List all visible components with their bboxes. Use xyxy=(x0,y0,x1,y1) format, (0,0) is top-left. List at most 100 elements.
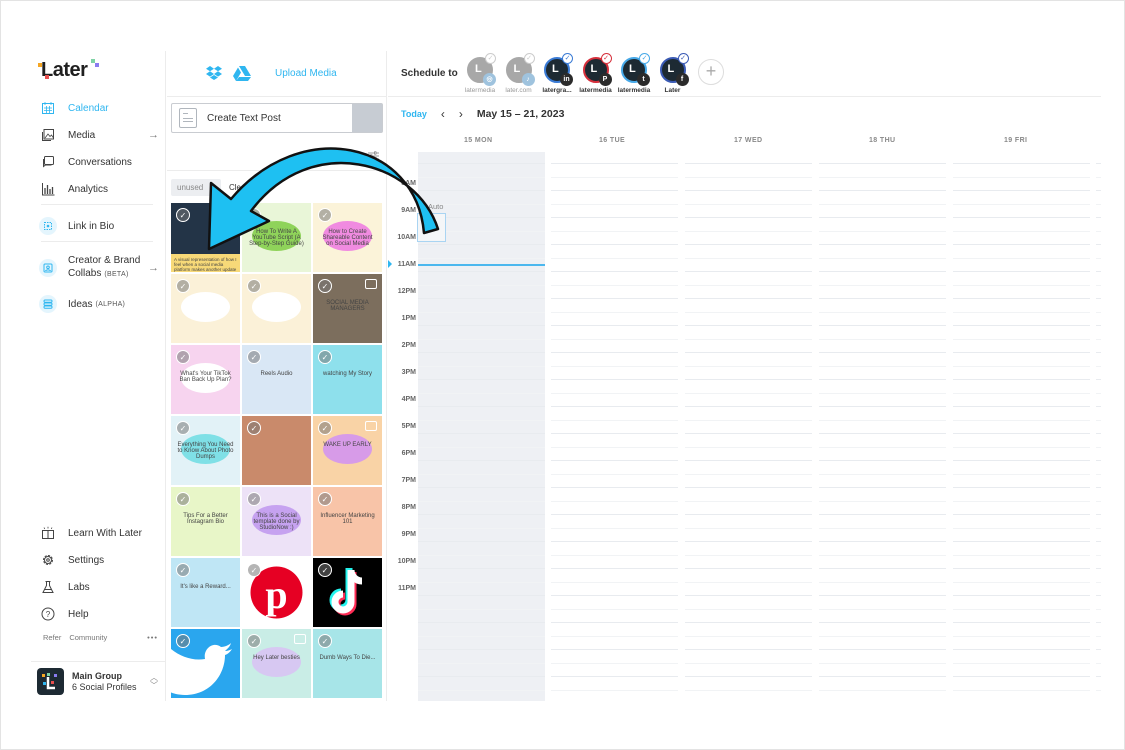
media-tile[interactable]: ✓ xyxy=(313,558,382,627)
upload-media-button[interactable]: Upload Media xyxy=(275,68,337,79)
refer-link[interactable]: Refer xyxy=(43,633,61,642)
hour-gridline xyxy=(953,338,1090,340)
later-logo[interactable]: Later xyxy=(38,59,99,82)
select-checkbox[interactable]: ✓ xyxy=(176,350,190,364)
select-checkbox[interactable]: ✓ xyxy=(318,208,332,222)
date-range: May 15 – 21, 2023 xyxy=(476,108,565,120)
create-post-dropdown[interactable] xyxy=(352,104,382,132)
tile-text: Dumb Ways To Die... xyxy=(319,655,376,661)
filter-chip-unused[interactable]: unused xyxy=(171,179,221,196)
scheduled-post[interactable] xyxy=(417,213,446,242)
group-switcher[interactable]: Main Group 6 Social Profiles ︿ ﹀ xyxy=(31,661,166,701)
sidebar-item-link-in-bio[interactable]: Link in Bio xyxy=(39,217,159,235)
sidebar-item-collabs[interactable]: Creator & Brand Collabs (BETA) → xyxy=(39,254,159,281)
hour-gridline xyxy=(953,433,1090,434)
media-tile[interactable]: How To Write A YouTube Script (A Step-by… xyxy=(242,203,311,272)
sidebar-item-settings[interactable]: Settings xyxy=(41,553,159,567)
arrow-right-icon[interactable]: → xyxy=(148,262,159,274)
calendar-grid[interactable] xyxy=(418,152,1101,701)
media-tile[interactable]: p ✓ xyxy=(242,558,311,627)
media-tile[interactable]: Dumb Ways To Die... ✓ xyxy=(313,629,382,698)
svg-text:p: p xyxy=(265,572,287,617)
sidebar-item-label: Creator & Brand Collabs (BETA) xyxy=(68,254,140,281)
chevron-right-icon[interactable]: › xyxy=(459,107,463,121)
sidebar-item-conversations[interactable]: Conversations xyxy=(41,155,159,169)
sidebar-item-labs[interactable]: Labs xyxy=(41,580,159,594)
hour-label: 5PM xyxy=(401,423,416,430)
profile-instagram[interactable]: L ✓ ◎ latermedia xyxy=(463,53,497,94)
select-checkbox[interactable]: ✓ xyxy=(176,492,190,506)
select-checkbox[interactable]: ✓ xyxy=(247,350,261,364)
hour-gridline xyxy=(551,595,678,596)
media-tile[interactable]: ✓ xyxy=(171,274,240,343)
video-icon xyxy=(365,279,377,289)
add-profile-button[interactable]: + xyxy=(698,59,724,85)
profile-tiktok[interactable]: L ✓ ♪ later.com xyxy=(502,53,536,94)
select-checkbox[interactable]: ✓ xyxy=(318,279,332,293)
hour-gridline xyxy=(953,527,1090,529)
sidebar-item-analytics[interactable]: Analytics xyxy=(41,182,159,196)
select-checkbox[interactable]: ✓ xyxy=(247,563,261,577)
select-checkbox[interactable]: ✓ xyxy=(247,421,261,435)
select-checkbox[interactable]: ✓ xyxy=(176,563,190,577)
hour-gridline xyxy=(819,419,946,421)
hour-gridline xyxy=(819,392,946,394)
arrow-right-icon[interactable]: → xyxy=(148,129,159,141)
media-tile[interactable]: ✓ xyxy=(242,274,311,343)
media-tile[interactable]: SOCIAL MEDIA MANAGERS ✓ xyxy=(313,274,382,343)
select-checkbox[interactable]: ✓ xyxy=(247,279,261,293)
media-tile[interactable]: WAKE UP EARLY ✓ xyxy=(313,416,382,485)
media-tile[interactable]: This is a Social template done by Studio… xyxy=(242,487,311,556)
media-tile[interactable]: Everything You Need to Know About Photo … xyxy=(171,416,240,485)
today-button[interactable]: Today xyxy=(401,109,427,119)
select-checkbox[interactable]: ✓ xyxy=(176,279,190,293)
profile-linkedin[interactable]: L ✓ in latergra... xyxy=(540,53,574,94)
media-grid: A visual representation of how I feel wh… xyxy=(171,203,383,698)
sidebar-item-learn[interactable]: Learn With Later xyxy=(41,526,159,540)
select-checkbox[interactable]: ✓ xyxy=(318,634,332,648)
select-checkbox[interactable]: ✓ xyxy=(318,563,332,577)
media-tile[interactable]: A visual representation of how I feel wh… xyxy=(171,203,240,272)
profile-pinterest[interactable]: L ✓ Platermedia xyxy=(579,53,613,94)
google-drive-icon[interactable] xyxy=(233,65,251,81)
media-tile[interactable]: Tips For a Better Instagram Bio ✓ xyxy=(171,487,240,556)
media-tile[interactable]: watching My Story ✓ xyxy=(313,345,382,414)
media-tile[interactable]: ✓ xyxy=(242,416,311,485)
clear-all-button[interactable]: Clear All xyxy=(229,183,259,192)
profile-facebook[interactable]: L ✓ f Later xyxy=(656,53,690,94)
create-text-post-button[interactable]: Create Text Post xyxy=(171,103,383,133)
select-checkbox[interactable]: ✓ xyxy=(318,421,332,435)
media-tile[interactable]: Influencer Marketing 101 ✓ xyxy=(313,487,382,556)
media-tile[interactable]: It's like a Reward... ✓ xyxy=(171,558,240,627)
chevron-left-icon[interactable]: ‹ xyxy=(441,107,445,121)
profile-twitter[interactable]: L ✓ t latermedia xyxy=(617,53,651,94)
select-checkbox[interactable]: ✓ xyxy=(318,350,332,364)
media-tile[interactable]: Hey Later besties ✓ xyxy=(242,629,311,698)
sidebar-item-ideas[interactable]: Ideas (ALPHA) xyxy=(39,295,159,313)
sidebar-item-calendar[interactable]: Calendar xyxy=(41,101,159,115)
media-tile[interactable]: What's Your TikTok Ban Back Up Plan? ✓ xyxy=(171,345,240,414)
chevron-up-down-icon[interactable]: ︿ ﹀ xyxy=(150,673,158,690)
hour-gridline xyxy=(551,406,678,407)
group-profiles-count: 6 Social Profiles xyxy=(72,681,137,692)
media-tile[interactable]: Reels Audio ✓ xyxy=(242,345,311,414)
sidebar-item-help[interactable]: ? Help xyxy=(41,607,159,621)
community-link[interactable]: Community xyxy=(69,633,107,642)
hour-gridline xyxy=(819,554,946,556)
select-checkbox[interactable]: ✓ xyxy=(176,634,190,648)
hour-gridline xyxy=(551,176,678,178)
more-icon[interactable]: ••• xyxy=(147,633,158,642)
select-checkbox[interactable]: ✓ xyxy=(318,492,332,506)
select-checkbox[interactable]: ✓ xyxy=(247,492,261,506)
hour-gridline xyxy=(953,541,1090,542)
select-checkbox[interactable]: ✓ xyxy=(176,208,190,222)
media-tile[interactable]: How to Create Shareable Content on Socia… xyxy=(313,203,382,272)
hour-gridline xyxy=(953,311,1090,313)
select-checkbox[interactable]: ✓ xyxy=(247,208,261,222)
sidebar-item-media[interactable]: Media → xyxy=(41,128,159,142)
select-checkbox[interactable]: ✓ xyxy=(176,421,190,435)
media-tile[interactable]: ✓ xyxy=(171,629,240,698)
dropbox-icon[interactable] xyxy=(205,65,223,81)
select-checkbox[interactable]: ✓ xyxy=(247,634,261,648)
show-filters-button[interactable]: Show Filters xyxy=(308,150,379,161)
